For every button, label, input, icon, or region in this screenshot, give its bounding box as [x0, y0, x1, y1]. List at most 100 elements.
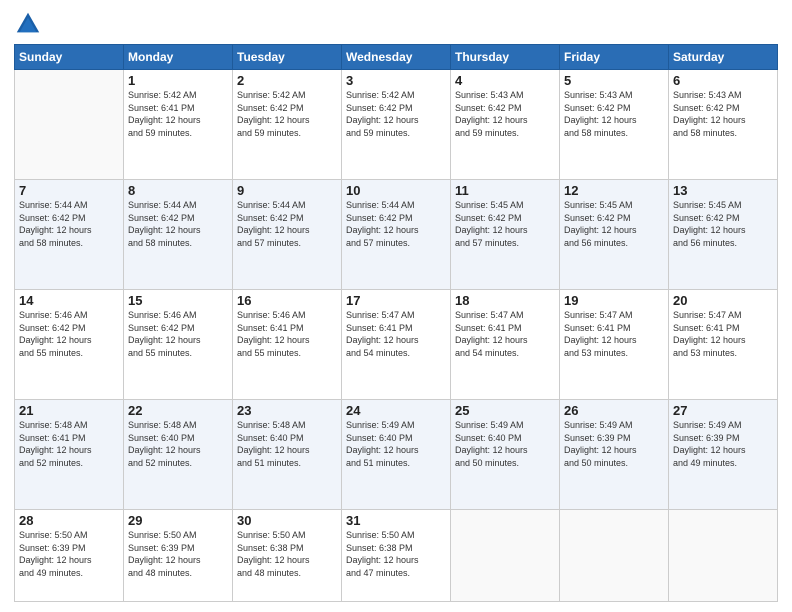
- day-number: 27: [673, 403, 773, 418]
- day-info: Sunrise: 5:50 AM Sunset: 6:38 PM Dayligh…: [237, 529, 337, 579]
- calendar-week-3: 14 Sunrise: 5:46 AM Sunset: 6:42 PM Dayli…: [15, 290, 778, 400]
- calendar-cell: 28Sunrise: 5:50 AM Sunset: 6:39 PM Dayli…: [15, 510, 124, 602]
- day-info: Sunrise: 5:45 AM Sunset: 6:42 PM Dayligh…: [564, 199, 664, 249]
- day-number: 19: [564, 293, 664, 308]
- calendar-body: 1Sunrise: 5:42 AM Sunset: 6:41 PM Daylig…: [15, 70, 778, 602]
- calendar-cell: 2Sunrise: 5:42 AM Sunset: 6:42 PM Daylig…: [233, 70, 342, 180]
- day-number: 13: [673, 183, 773, 198]
- day-number: 26: [564, 403, 664, 418]
- calendar-header-tuesday: Tuesday: [233, 45, 342, 70]
- calendar-header-friday: Friday: [560, 45, 669, 70]
- day-number: 9: [237, 183, 337, 198]
- day-number: 4: [455, 73, 555, 88]
- day-info: Sunrise: 5:42 AM Sunset: 6:42 PM Dayligh…: [346, 89, 446, 139]
- calendar-header-wednesday: Wednesday: [342, 45, 451, 70]
- calendar-cell: 26Sunrise: 5:49 AM Sunset: 6:39 PM Dayli…: [560, 400, 669, 510]
- day-number: 30: [237, 513, 337, 528]
- day-info: Sunrise: 5:44 AM Sunset: 6:42 PM Dayligh…: [128, 199, 228, 249]
- day-number: 8: [128, 183, 228, 198]
- day-info: Sunrise: 5:48 AM Sunset: 6:40 PM Dayligh…: [128, 419, 228, 469]
- day-info: Sunrise: 5:47 AM Sunset: 6:41 PM Dayligh…: [673, 309, 773, 359]
- calendar-cell: 23Sunrise: 5:48 AM Sunset: 6:40 PM Dayli…: [233, 400, 342, 510]
- calendar-cell: 29Sunrise: 5:50 AM Sunset: 6:39 PM Dayli…: [124, 510, 233, 602]
- calendar-header-row: SundayMondayTuesdayWednesdayThursdayFrid…: [15, 45, 778, 70]
- day-number: 12: [564, 183, 664, 198]
- day-info: Sunrise: 5:44 AM Sunset: 6:42 PM Dayligh…: [237, 199, 337, 249]
- calendar-week-1: 1Sunrise: 5:42 AM Sunset: 6:41 PM Daylig…: [15, 70, 778, 180]
- day-number: 7: [19, 183, 119, 198]
- day-info: Sunrise: 5:50 AM Sunset: 6:38 PM Dayligh…: [346, 529, 446, 579]
- calendar-header-sunday: Sunday: [15, 45, 124, 70]
- day-number: 20: [673, 293, 773, 308]
- calendar-week-4: 21Sunrise: 5:48 AM Sunset: 6:41 PM Dayli…: [15, 400, 778, 510]
- day-number: 16: [237, 293, 337, 308]
- day-info: Sunrise: 5:46 AM Sunset: 6:42 PM Dayligh…: [128, 309, 228, 359]
- day-number: 22: [128, 403, 228, 418]
- calendar-cell: 7Sunrise: 5:44 AM Sunset: 6:42 PM Daylig…: [15, 180, 124, 290]
- day-number: 28: [19, 513, 119, 528]
- calendar-cell: [15, 70, 124, 180]
- day-number: 2: [237, 73, 337, 88]
- calendar-cell: 17Sunrise: 5:47 AM Sunset: 6:41 PM Dayli…: [342, 290, 451, 400]
- day-info: Sunrise: 5:48 AM Sunset: 6:41 PM Dayligh…: [19, 419, 119, 469]
- day-number: 18: [455, 293, 555, 308]
- day-info: Sunrise: 5:42 AM Sunset: 6:41 PM Dayligh…: [128, 89, 228, 139]
- day-number: 1: [128, 73, 228, 88]
- calendar-cell: 11Sunrise: 5:45 AM Sunset: 6:42 PM Dayli…: [451, 180, 560, 290]
- calendar-cell: 13Sunrise: 5:45 AM Sunset: 6:42 PM Dayli…: [669, 180, 778, 290]
- calendar-cell: 12Sunrise: 5:45 AM Sunset: 6:42 PM Dayli…: [560, 180, 669, 290]
- day-info: Sunrise: 5:42 AM Sunset: 6:42 PM Dayligh…: [237, 89, 337, 139]
- day-number: 10: [346, 183, 446, 198]
- header: [14, 10, 778, 38]
- page: SundayMondayTuesdayWednesdayThursdayFrid…: [0, 0, 792, 612]
- calendar-cell: 22Sunrise: 5:48 AM Sunset: 6:40 PM Dayli…: [124, 400, 233, 510]
- day-info: Sunrise: 5:49 AM Sunset: 6:40 PM Dayligh…: [346, 419, 446, 469]
- day-info: Sunrise: 5:50 AM Sunset: 6:39 PM Dayligh…: [128, 529, 228, 579]
- day-number: 17: [346, 293, 446, 308]
- day-number: 3: [346, 73, 446, 88]
- day-number: 5: [564, 73, 664, 88]
- calendar-cell: 14Sunrise: 5:46 AM Sunset: 6:42 PM Dayli…: [15, 290, 124, 400]
- day-info: Sunrise: 5:47 AM Sunset: 6:41 PM Dayligh…: [564, 309, 664, 359]
- calendar-cell: 5Sunrise: 5:43 AM Sunset: 6:42 PM Daylig…: [560, 70, 669, 180]
- calendar-cell: 30Sunrise: 5:50 AM Sunset: 6:38 PM Dayli…: [233, 510, 342, 602]
- calendar-cell: 1Sunrise: 5:42 AM Sunset: 6:41 PM Daylig…: [124, 70, 233, 180]
- calendar-header-thursday: Thursday: [451, 45, 560, 70]
- calendar-header-monday: Monday: [124, 45, 233, 70]
- calendar-cell: 4Sunrise: 5:43 AM Sunset: 6:42 PM Daylig…: [451, 70, 560, 180]
- calendar-cell: 18Sunrise: 5:47 AM Sunset: 6:41 PM Dayli…: [451, 290, 560, 400]
- day-info: Sunrise: 5:47 AM Sunset: 6:41 PM Dayligh…: [346, 309, 446, 359]
- calendar-cell: 8Sunrise: 5:44 AM Sunset: 6:42 PM Daylig…: [124, 180, 233, 290]
- calendar-cell: 10Sunrise: 5:44 AM Sunset: 6:42 PM Dayli…: [342, 180, 451, 290]
- calendar-header-saturday: Saturday: [669, 45, 778, 70]
- calendar-cell: 6Sunrise: 5:43 AM Sunset: 6:42 PM Daylig…: [669, 70, 778, 180]
- calendar-cell: 19Sunrise: 5:47 AM Sunset: 6:41 PM Dayli…: [560, 290, 669, 400]
- day-info: Sunrise: 5:43 AM Sunset: 6:42 PM Dayligh…: [564, 89, 664, 139]
- day-info: Sunrise: 5:44 AM Sunset: 6:42 PM Dayligh…: [19, 199, 119, 249]
- day-info: Sunrise: 5:50 AM Sunset: 6:39 PM Dayligh…: [19, 529, 119, 579]
- day-number: 14: [19, 293, 119, 308]
- day-number: 29: [128, 513, 228, 528]
- calendar-cell: [669, 510, 778, 602]
- day-number: 23: [237, 403, 337, 418]
- calendar-cell: 21Sunrise: 5:48 AM Sunset: 6:41 PM Dayli…: [15, 400, 124, 510]
- calendar-cell: 9Sunrise: 5:44 AM Sunset: 6:42 PM Daylig…: [233, 180, 342, 290]
- day-number: 15: [128, 293, 228, 308]
- day-info: Sunrise: 5:43 AM Sunset: 6:42 PM Dayligh…: [455, 89, 555, 139]
- day-info: Sunrise: 5:49 AM Sunset: 6:40 PM Dayligh…: [455, 419, 555, 469]
- day-info: Sunrise: 5:49 AM Sunset: 6:39 PM Dayligh…: [564, 419, 664, 469]
- day-info: Sunrise: 5:48 AM Sunset: 6:40 PM Dayligh…: [237, 419, 337, 469]
- day-info: Sunrise: 5:45 AM Sunset: 6:42 PM Dayligh…: [455, 199, 555, 249]
- calendar-cell: [560, 510, 669, 602]
- day-info: Sunrise: 5:49 AM Sunset: 6:39 PM Dayligh…: [673, 419, 773, 469]
- day-number: 21: [19, 403, 119, 418]
- day-number: 25: [455, 403, 555, 418]
- calendar-week-2: 7Sunrise: 5:44 AM Sunset: 6:42 PM Daylig…: [15, 180, 778, 290]
- logo-icon: [14, 10, 42, 38]
- calendar-cell: 16Sunrise: 5:46 AM Sunset: 6:41 PM Dayli…: [233, 290, 342, 400]
- calendar-cell: 25Sunrise: 5:49 AM Sunset: 6:40 PM Dayli…: [451, 400, 560, 510]
- calendar-cell: [451, 510, 560, 602]
- calendar-table: SundayMondayTuesdayWednesdayThursdayFrid…: [14, 44, 778, 602]
- day-info: Sunrise: 5:45 AM Sunset: 6:42 PM Dayligh…: [673, 199, 773, 249]
- day-info: Sunrise: 5:47 AM Sunset: 6:41 PM Dayligh…: [455, 309, 555, 359]
